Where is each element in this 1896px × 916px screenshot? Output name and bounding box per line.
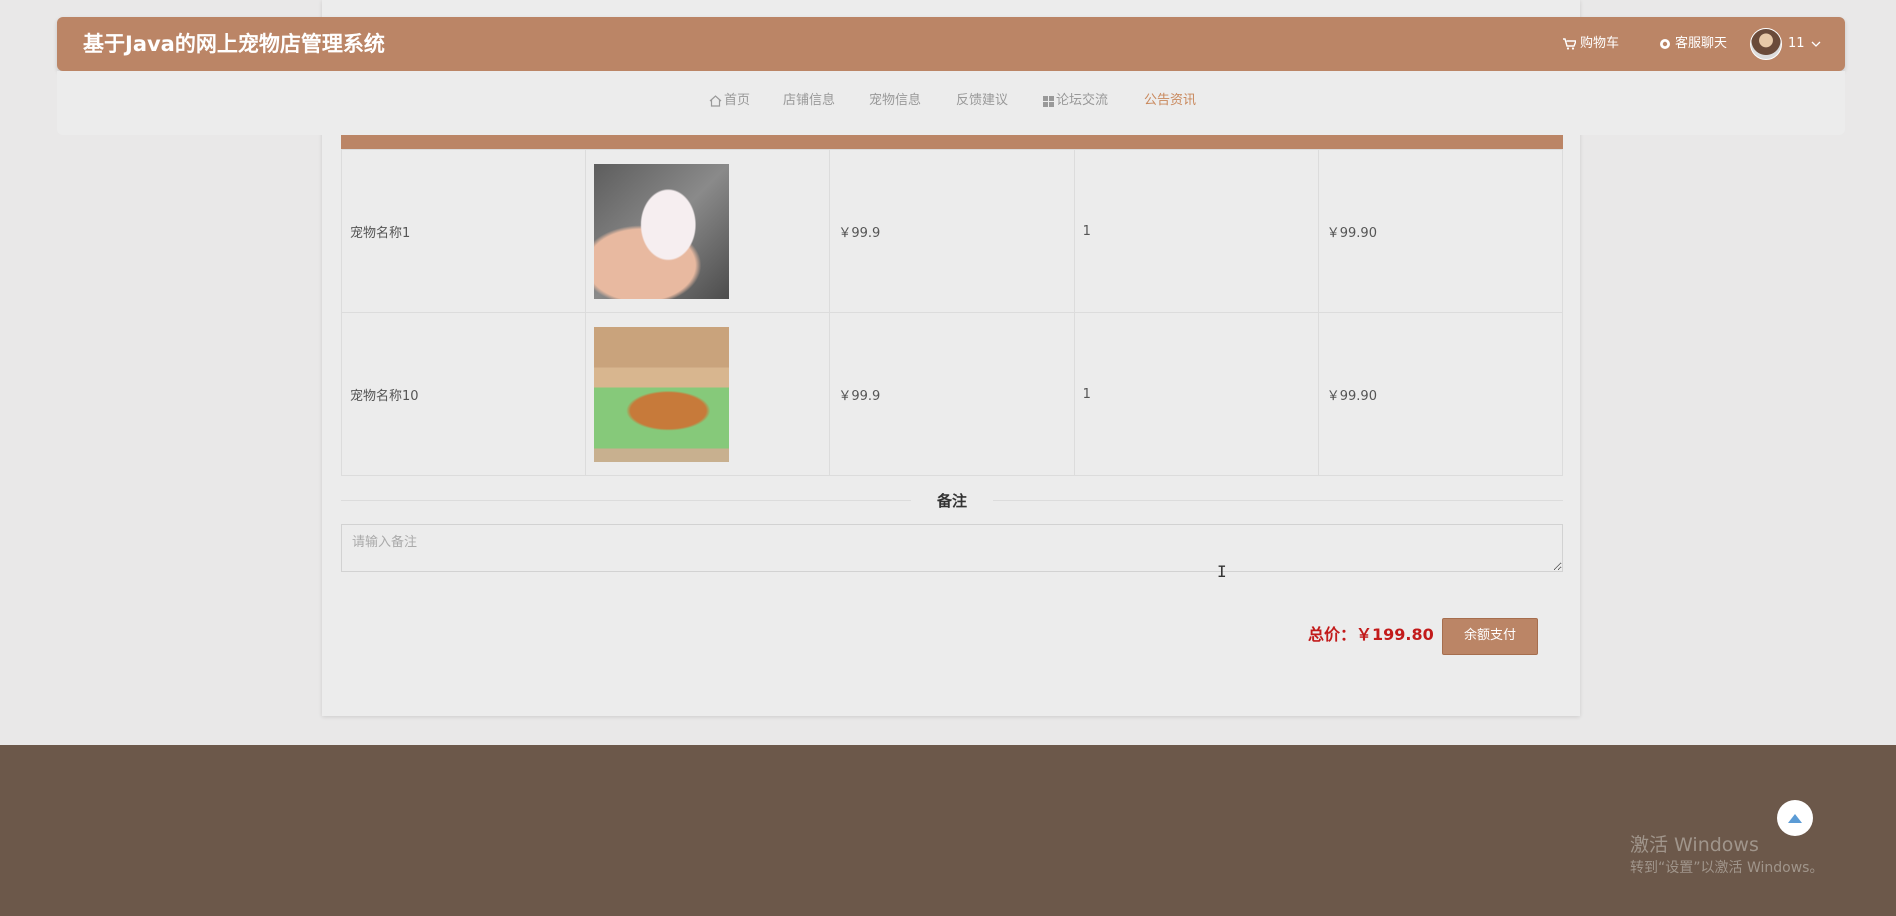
back-to-top-button[interactable] bbox=[1777, 800, 1813, 836]
subtotal-cell: ￥99.90 bbox=[1317, 312, 1564, 476]
hamster-photo bbox=[594, 163, 730, 299]
nav-item-label: 宠物信息 bbox=[869, 93, 922, 108]
nav-item-feedback[interactable]: 反馈建议 bbox=[956, 71, 1008, 131]
nav-item-label: 店铺信息 bbox=[783, 93, 836, 108]
customer-service-label: 客服聊天 bbox=[1675, 36, 1728, 51]
headset-icon bbox=[1660, 39, 1670, 49]
nav-item-label: 反馈建议 bbox=[956, 93, 1009, 108]
cart-label: 购物车 bbox=[1580, 36, 1620, 51]
grid-icon bbox=[1043, 95, 1054, 107]
activation-watermark-title: 激活 Windows bbox=[1630, 834, 1759, 856]
remark-section-label: 备注 bbox=[936, 492, 967, 510]
quantity-cell: 1 bbox=[1073, 149, 1319, 313]
footer bbox=[0, 745, 1896, 916]
main-nav: 首页 店铺信息 宠物信息 反馈建议 论坛交流 公告资讯 bbox=[57, 71, 1845, 135]
table-header bbox=[341, 135, 1563, 149]
total-price: 总价：￥199.80 bbox=[1308, 625, 1434, 644]
nav-item-label: 公告资讯 bbox=[1144, 93, 1197, 108]
top-header: 基于Java的网上宠物店管理系统 购物车 客服聊天 11 bbox=[57, 17, 1845, 71]
nav-item-home[interactable]: 首页 bbox=[709, 71, 750, 131]
chevron-down-icon bbox=[1811, 41, 1821, 47]
nav-item-forum[interactable]: 论坛交流 bbox=[1043, 71, 1108, 131]
user-menu[interactable]: 11 bbox=[1750, 17, 1821, 71]
table-row: 宠物名称1 ￥99.9 1 ￥99.90 bbox=[340, 149, 1564, 313]
subtotal-cell: ￥99.90 bbox=[1317, 149, 1564, 313]
cart-table: 宠物名称1 ￥99.9 1 ￥99.90 宠物名称10 ￥99.9 1 ￥99.… bbox=[340, 135, 1564, 476]
remark-divider: 备注 bbox=[341, 491, 1563, 511]
nav-item-shop-info[interactable]: 店铺信息 bbox=[783, 71, 835, 131]
price-cell: ￥99.9 bbox=[829, 149, 1075, 313]
username: 11 bbox=[1788, 36, 1805, 51]
pet-name-cell: 宠物名称1 bbox=[340, 149, 587, 313]
nav-item-pet-info[interactable]: 宠物信息 bbox=[869, 71, 921, 131]
customer-service-link[interactable]: 客服聊天 bbox=[1659, 17, 1727, 71]
quantity-cell: 1 bbox=[1073, 312, 1319, 476]
nav-item-label: 首页 bbox=[724, 93, 751, 108]
site-title: 基于Java的网上宠物店管理系统 bbox=[83, 32, 385, 56]
corgi-photo bbox=[594, 326, 730, 462]
activation-watermark-hint: 转到“设置”以激活 Windows。 bbox=[1630, 860, 1824, 876]
table-row: 宠物名称10 ￥99.9 1 ￥99.90 bbox=[340, 312, 1564, 476]
remark-textarea[interactable] bbox=[341, 524, 1563, 572]
price-cell: ￥99.9 bbox=[829, 312, 1075, 476]
text-cursor: I bbox=[1217, 562, 1227, 581]
pet-name-cell: 宠物名称10 bbox=[340, 312, 587, 476]
nav-item-label: 论坛交流 bbox=[1056, 93, 1109, 108]
arrow-up-icon bbox=[1788, 813, 1802, 823]
nav-item-announcements[interactable]: 公告资讯 bbox=[1144, 71, 1196, 131]
balance-pay-button[interactable]: 余额支付 bbox=[1442, 618, 1538, 655]
cart-link[interactable]: 购物车 bbox=[1563, 17, 1619, 71]
pet-image-cell bbox=[585, 312, 831, 476]
avatar bbox=[1750, 28, 1782, 60]
home-icon bbox=[709, 95, 722, 107]
pet-image-cell bbox=[585, 149, 831, 313]
cart-icon bbox=[1563, 38, 1576, 50]
